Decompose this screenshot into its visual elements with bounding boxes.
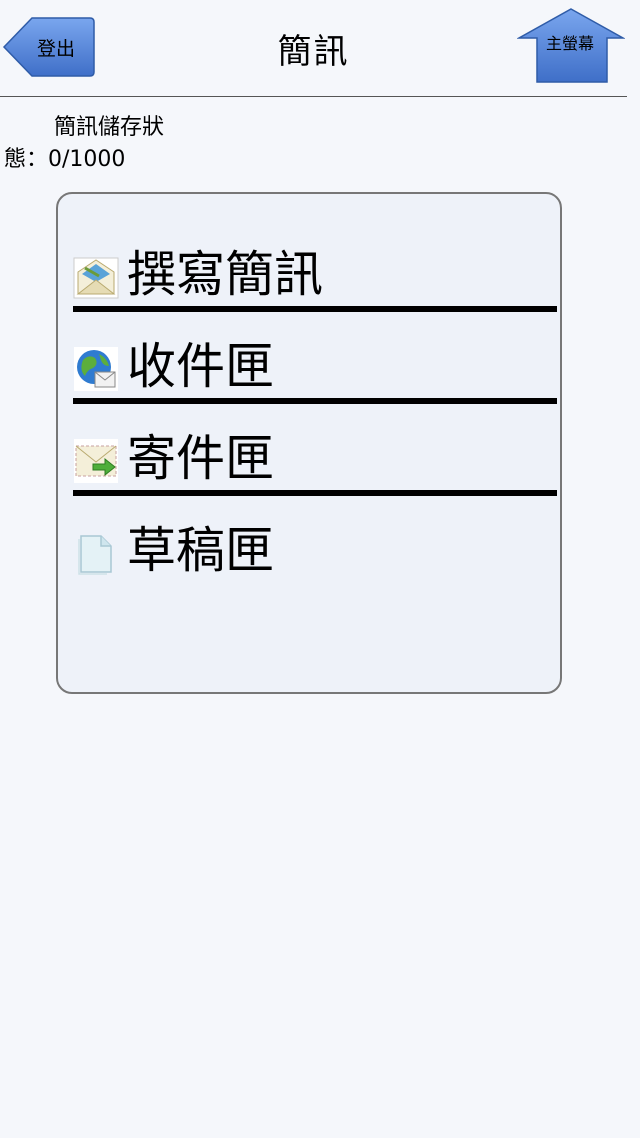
menu-item-drafts-label: 草稿匣 (127, 522, 275, 579)
storage-status-line1: 簡訊儲存狀 (54, 115, 165, 140)
menu-panel: 撰寫簡訊 收件匣 寄件匣 草稿匣 (56, 192, 562, 694)
storage-status: 簡訊儲存狀 態：0/1000 (4, 112, 204, 176)
menu-item-compose[interactable]: 撰寫簡訊 (73, 240, 557, 312)
outbox-envelope-icon (74, 439, 118, 483)
compose-envelope-icon (73, 257, 119, 299)
globe-mail-icon (74, 347, 118, 391)
menu-item-inbox[interactable]: 收件匣 (73, 332, 557, 404)
home-button[interactable]: 主螢幕 (517, 8, 625, 84)
home-label: 主螢幕 (545, 34, 594, 53)
header-bar: 登出 簡訊 主螢幕 (0, 0, 627, 97)
menu-item-outbox-label: 寄件匣 (127, 430, 275, 487)
document-icon (78, 535, 112, 575)
menu-item-inbox-label: 收件匣 (127, 338, 275, 395)
storage-status-line2: 態：0/1000 (4, 147, 126, 172)
menu-item-drafts[interactable]: 草稿匣 (73, 516, 557, 582)
menu-item-compose-label: 撰寫簡訊 (127, 246, 324, 303)
menu-item-outbox[interactable]: 寄件匣 (73, 424, 557, 496)
